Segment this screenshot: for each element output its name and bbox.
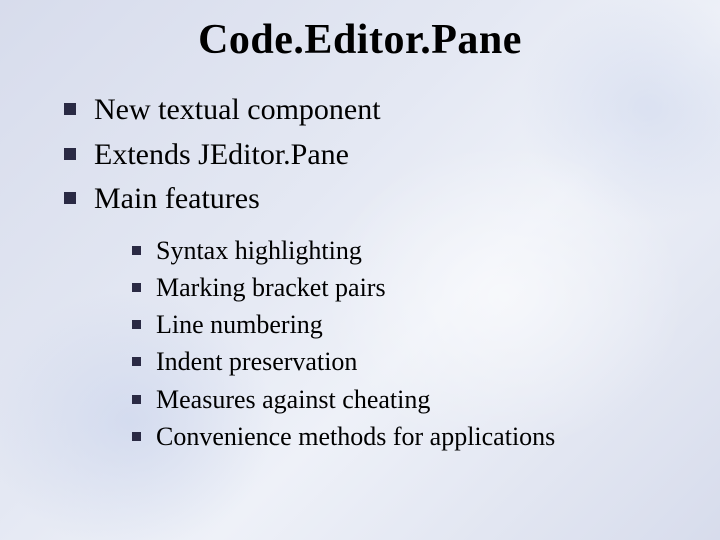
sub-bullet-text: Marking bracket pairs — [156, 273, 386, 302]
sub-bullet-text: Line numbering — [156, 310, 323, 339]
sub-bullet-item: Measures against cheating — [130, 383, 680, 417]
sub-bullet-list: Syntax highlighting Marking bracket pair… — [60, 234, 680, 455]
bullet-item: Extends JEditor.Pane — [60, 135, 680, 176]
bullet-text: New textual component — [94, 93, 381, 126]
sub-bullet-text: Indent preservation — [156, 347, 357, 376]
slide: Code.Editor.Pane New textual component E… — [0, 0, 720, 540]
bullet-text: Extends JEditor.Pane — [94, 138, 349, 171]
sub-bullet-item: Marking bracket pairs — [130, 271, 680, 305]
sub-bullet-item: Syntax highlighting — [130, 234, 680, 268]
bullet-item: New textual component — [60, 90, 680, 131]
sub-bullet-item: Line numbering — [130, 308, 680, 342]
bullet-list: New textual component Extends JEditor.Pa… — [60, 90, 680, 220]
sub-bullet-text: Convenience methods for applications — [156, 422, 555, 451]
slide-title: Code.Editor.Pane — [0, 16, 720, 64]
sub-bullet-text: Syntax highlighting — [156, 236, 362, 265]
sub-bullet-text: Measures against cheating — [156, 385, 430, 414]
slide-content: New textual component Extends JEditor.Pa… — [60, 90, 680, 457]
sub-bullet-item: Convenience methods for applications — [130, 420, 680, 454]
bullet-text: Main features — [94, 182, 260, 215]
sub-bullet-item: Indent preservation — [130, 345, 680, 379]
bullet-item: Main features — [60, 179, 680, 220]
